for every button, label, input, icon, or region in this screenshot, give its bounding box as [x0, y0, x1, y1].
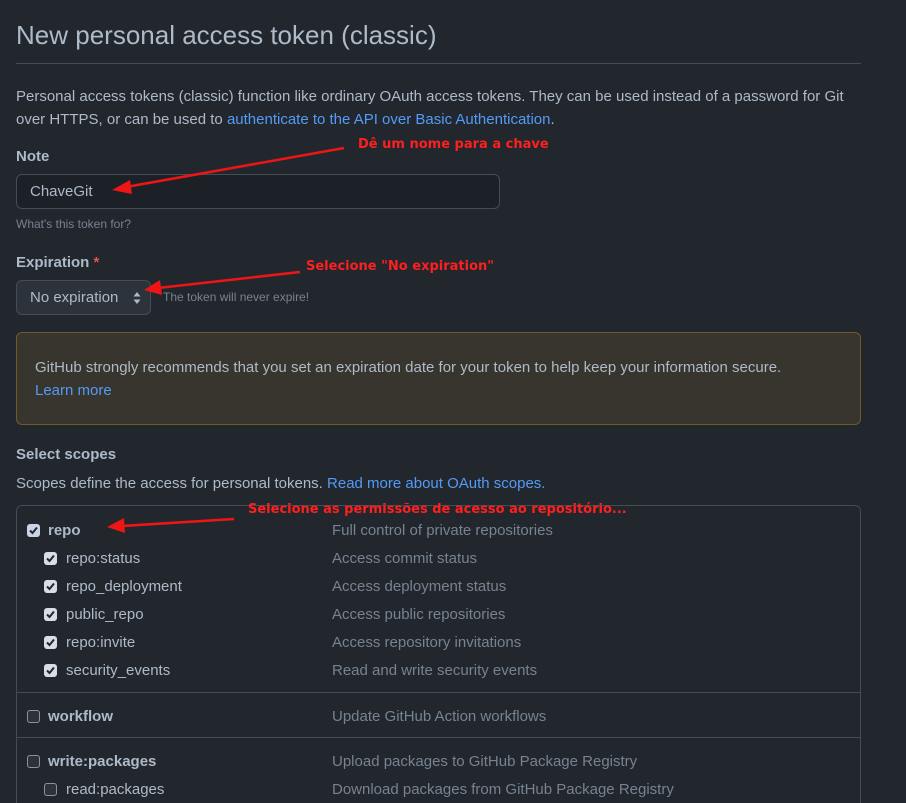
write-packages-checkbox[interactable]: [27, 755, 40, 768]
scope-name-repo: repo: [48, 522, 81, 539]
required-mark: *: [93, 254, 100, 271]
basic-auth-link[interactable]: authenticate to the API over Basic Authe…: [227, 111, 551, 128]
repo-deployment-checkbox[interactable]: [44, 580, 57, 593]
scope-name-read-packages: read:packages: [66, 781, 165, 798]
flash-text: GitHub strongly recommends that you set …: [35, 359, 782, 376]
repo-invite-checkbox[interactable]: [44, 636, 57, 649]
oauth-scopes-link[interactable]: Read more about OAuth scopes.: [327, 475, 545, 492]
page-title: New personal access token (classic): [16, 20, 437, 50]
note-hint: What's this token for?: [16, 217, 132, 231]
scope-desc-repo-invite: Access repository invitations: [332, 634, 522, 651]
scope-desc-repo-status: Access commit status: [332, 550, 478, 567]
scope-name-repo-deployment: repo_deployment: [66, 578, 182, 595]
scope-name-repo-invite: repo:invite: [66, 634, 136, 651]
expiration-hint: The token will never expire!: [163, 290, 310, 304]
expiration-label: Expiration *: [16, 254, 99, 271]
learn-more-link[interactable]: Learn more: [35, 382, 112, 399]
title-divider: [16, 63, 861, 64]
expiration-warning-flash: GitHub strongly recommends that you set …: [16, 332, 861, 425]
scope-name-repo-status: repo:status: [66, 550, 141, 567]
security-events-checkbox[interactable]: [44, 664, 57, 677]
scope-desc-workflow: Update GitHub Action workflows: [332, 708, 547, 725]
scope-desc-repo: Full control of private repositories: [332, 522, 553, 539]
scope-desc-read-packages: Download packages from GitHub Package Re…: [332, 781, 674, 798]
repo-checkbox[interactable]: [27, 524, 40, 537]
scopes-intro: Scopes define the access for personal to…: [16, 475, 545, 492]
expiration-select[interactable]: No expiration: [16, 280, 151, 315]
read-packages-checkbox[interactable]: [44, 783, 57, 796]
intro-text: Personal access tokens (classic) functio…: [16, 85, 866, 131]
expiration-select-value: No expiration: [30, 289, 119, 306]
scope-desc-repo-deployment: Access deployment status: [332, 578, 507, 595]
scope-name-security-events: security_events: [66, 662, 171, 679]
scopes-intro-text: Scopes define the access for personal to…: [16, 475, 328, 492]
annotation-note: Dê um nome para a chave: [358, 137, 549, 152]
intro-end: .: [550, 111, 555, 128]
scopes-list: repo Full control of private repositorie…: [16, 505, 861, 803]
note-input-value: ChaveGit: [30, 183, 93, 200]
scope-divider: [17, 692, 860, 693]
public-repo-checkbox[interactable]: [44, 608, 57, 621]
workflow-checkbox[interactable]: [27, 710, 40, 723]
scopes-label: Select scopes: [16, 446, 117, 463]
note-input[interactable]: ChaveGit: [16, 174, 500, 209]
scope-desc-write-packages: Upload packages to GitHub Package Regist…: [332, 753, 638, 770]
annotation-expiration: Selecione "No expiration": [306, 259, 495, 274]
select-arrows-icon: [133, 292, 141, 304]
scope-name-write-packages: write:packages: [48, 753, 157, 770]
scope-desc-security-events: Read and write security events: [332, 662, 538, 679]
scope-divider: [17, 737, 860, 738]
annotation-scopes: Selecione as permissões de acesso ao rep…: [248, 502, 627, 517]
scope-name-workflow: workflow: [48, 708, 114, 725]
expiration-label-text: Expiration: [16, 254, 90, 271]
arrow-to-expiration-icon: [157, 270, 301, 290]
repo-status-checkbox[interactable]: [44, 552, 57, 565]
scope-desc-public-repo: Access public repositories: [332, 606, 506, 623]
scope-name-public-repo: public_repo: [66, 606, 144, 623]
note-label: Note: [16, 148, 50, 165]
